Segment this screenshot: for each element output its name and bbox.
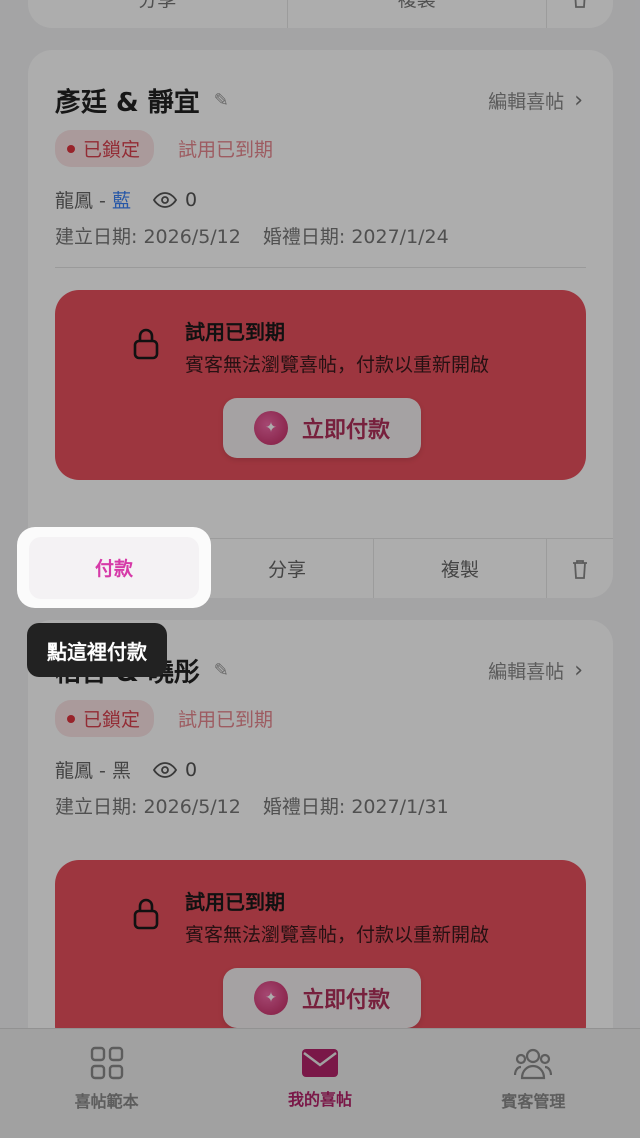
style-color: 黑 (111, 760, 131, 782)
nav-guest-management-label: 賓客管理 (501, 1091, 566, 1111)
style-prefix: 龍鳳 - (55, 190, 112, 212)
style-color: 藍 (111, 190, 131, 212)
share-label: 分享 (267, 559, 306, 581)
nav-templates[interactable]: 喜帖範本 (0, 1029, 213, 1138)
wedding-date: 婚禮日期: 2027/1/24 (262, 226, 449, 248)
view-count: 0 (152, 188, 198, 211)
eye-icon (152, 191, 177, 208)
sparkle-icon: ✦ (253, 411, 288, 445)
template-style: 龍鳳 - 黑 (55, 756, 131, 783)
highlighted-pay-button[interactable]: 付款 (17, 527, 211, 608)
pencil-icon[interactable]: ✎ (214, 660, 229, 681)
trial-status: 試用已到期 (178, 709, 274, 731)
nav-my-invitations[interactable]: 我的喜帖 (213, 1029, 426, 1138)
style-prefix: 龍鳳 - (55, 760, 112, 782)
chevron-right-icon: › (574, 657, 583, 683)
envelope-icon (301, 1048, 338, 1077)
highlighted-pay-label: 付款 (29, 536, 199, 599)
view-count-value: 0 (184, 188, 198, 211)
edit-label: 編輯喜帖 (488, 660, 565, 683)
chevron-right-icon: › (574, 87, 583, 113)
page: 分享 複製 彥廷 & 靜宜 ✎ 編輯喜帖 › 已鎖定 試用已到期 龍鳳 - 藍 … (0, 0, 640, 1138)
status-badge: 已鎖定 (55, 130, 155, 167)
lock-icon (133, 898, 159, 930)
share-button[interactable]: 分享 (201, 539, 374, 598)
view-count-value: 0 (184, 758, 198, 781)
dot-icon (67, 714, 75, 723)
pay-now-label: 立即付款 (301, 418, 390, 443)
edit-invitation-link[interactable]: 編輯喜帖 › (488, 87, 583, 114)
nav-guest-management[interactable]: 賓客管理 (427, 1029, 640, 1138)
copy-label: 複製 (440, 559, 479, 581)
copy-button[interactable]: 複製 (374, 539, 547, 598)
bottom-nav: 喜帖範本 我的喜帖 賓客管理 (0, 1028, 640, 1138)
delete-button[interactable] (547, 539, 613, 598)
invitation-card: 彥廷 & 靜宜 ✎ 編輯喜帖 › 已鎖定 試用已到期 龍鳳 - 藍 0 建立日期… (28, 50, 613, 598)
alert-description: 賓客無法瀏覽喜帖，付款以重新開啟 (185, 354, 490, 376)
grid-icon (90, 1046, 123, 1079)
trash-icon (574, 0, 586, 8)
trial-status: 試用已到期 (178, 139, 274, 161)
alert-description: 賓客無法瀏覽喜帖，付款以重新開啟 (185, 924, 490, 946)
edit-label: 編輯喜帖 (488, 90, 565, 113)
alert-title: 試用已到期 (185, 890, 285, 914)
divider (55, 267, 586, 268)
trial-expired-alert: 試用已到期 賓客無法瀏覽喜帖，付款以重新開啟 ✦ 立即付款 (55, 290, 586, 480)
people-icon (514, 1048, 553, 1079)
edit-invitation-link[interactable]: 編輯喜帖 › (488, 657, 583, 684)
view-count: 0 (152, 758, 198, 781)
delete-button[interactable] (547, 0, 613, 28)
locked-label: 已鎖定 (83, 709, 141, 731)
copy-button[interactable]: 複製 (288, 0, 547, 28)
template-style: 龍鳳 - 藍 (55, 186, 131, 213)
locked-label: 已鎖定 (83, 139, 141, 161)
pay-now-label: 立即付款 (301, 988, 390, 1013)
card-title: 彥廷 & 靜宜 (55, 87, 200, 118)
nav-templates-label: 喜帖範本 (74, 1091, 139, 1111)
created-date: 建立日期: 2026/5/12 (55, 796, 241, 818)
pencil-icon[interactable]: ✎ (214, 90, 229, 111)
coach-tooltip: 點這裡付款 (27, 623, 167, 677)
previous-card: 分享 複製 (28, 0, 613, 28)
dot-icon (67, 144, 75, 153)
trash-icon (573, 559, 587, 579)
share-button[interactable]: 分享 (28, 0, 288, 28)
trial-expired-alert: 試用已到期 賓客無法瀏覽喜帖，付款以重新開啟 ✦ 立即付款 (55, 860, 586, 1050)
eye-icon (152, 761, 177, 778)
lock-icon (133, 328, 159, 360)
copy-label: 複製 (398, 0, 436, 12)
alert-title: 試用已到期 (185, 320, 285, 344)
pay-now-button[interactable]: ✦ 立即付款 (223, 398, 421, 458)
pay-now-button[interactable]: ✦ 立即付款 (223, 968, 421, 1028)
sparkle-icon: ✦ (253, 981, 288, 1015)
share-label: 分享 (138, 0, 176, 12)
created-date: 建立日期: 2026/5/12 (55, 226, 241, 248)
nav-my-invitations-label: 我的喜帖 (287, 1089, 352, 1109)
wedding-date: 婚禮日期: 2027/1/31 (262, 796, 449, 818)
status-badge: 已鎖定 (55, 700, 155, 737)
